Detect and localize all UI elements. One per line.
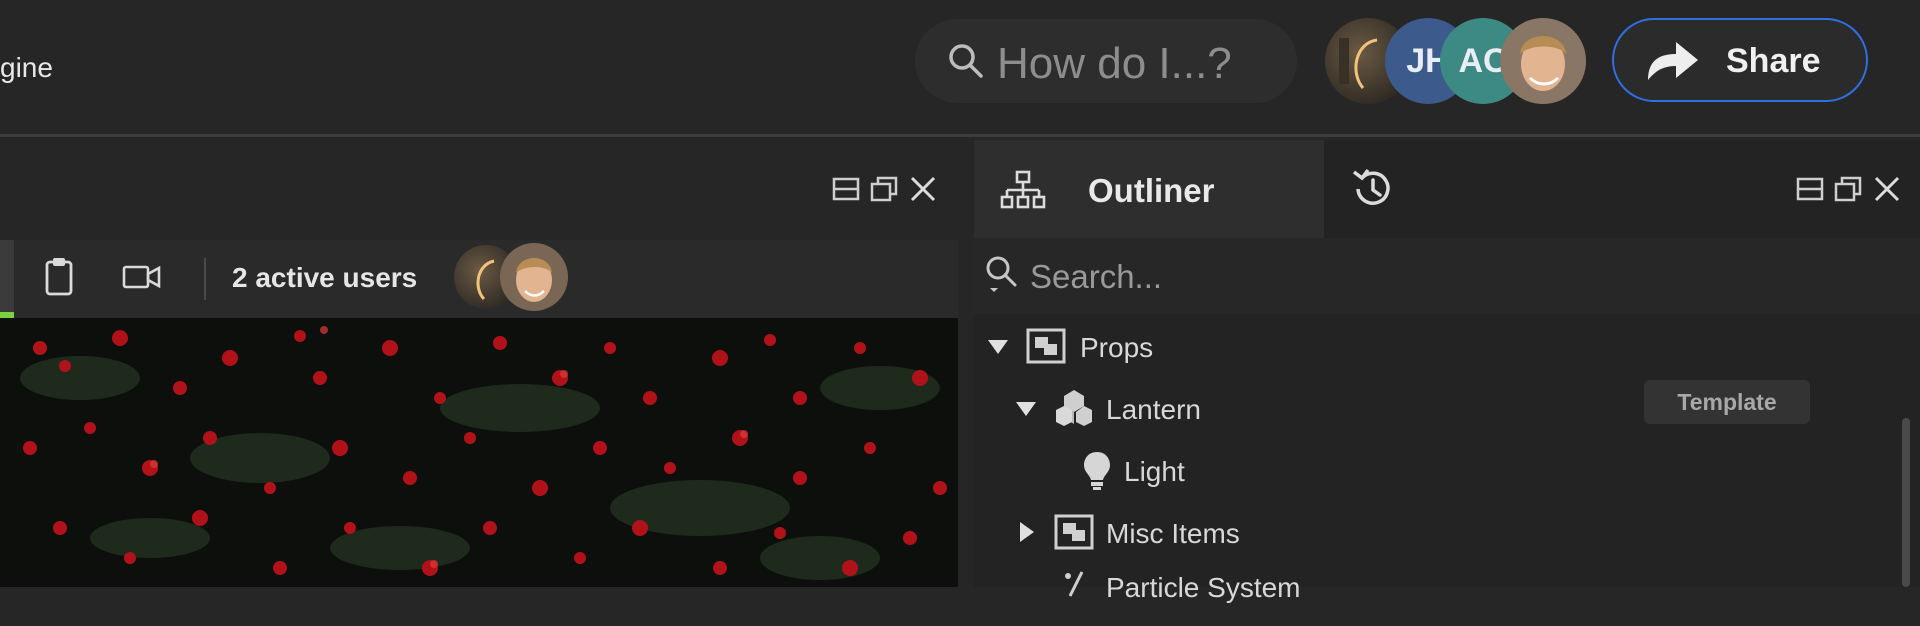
outliner-tree: Props Lantern Light Misc Items Particle … xyxy=(974,314,1920,603)
share-button[interactable]: Share xyxy=(1612,18,1868,102)
avatar[interactable] xyxy=(500,243,568,311)
group-icon xyxy=(1054,514,1094,550)
tree-label: Lantern xyxy=(1106,394,1201,425)
toolbar-active-tab[interactable] xyxy=(0,240,14,316)
share-label: Share xyxy=(1726,42,1821,80)
undock-icon[interactable] xyxy=(870,176,898,202)
divider xyxy=(0,134,1920,137)
history-icon xyxy=(1352,168,1390,205)
outliner-window-controls xyxy=(1796,174,1902,204)
expand-arrow-icon[interactable] xyxy=(986,338,1010,356)
camera-icon[interactable] xyxy=(122,264,162,290)
tree-row[interactable]: Light xyxy=(974,440,1874,502)
toolbar-separator xyxy=(204,258,206,300)
tab-outliner-label: Outliner xyxy=(1088,172,1215,209)
search-icon xyxy=(986,256,1017,292)
scene-render xyxy=(0,318,958,587)
tree-label: Misc Items xyxy=(1106,518,1240,549)
help-search-placeholder: How do I...? xyxy=(997,39,1232,88)
close-icon[interactable] xyxy=(908,174,938,204)
particle-icon xyxy=(1065,571,1084,597)
expand-arrow-icon[interactable] xyxy=(1014,400,1038,418)
user-photo-2 xyxy=(516,258,552,302)
close-icon[interactable] xyxy=(1872,174,1902,204)
tree-label: Particle System xyxy=(1106,572,1301,603)
avatar[interactable] xyxy=(1500,18,1586,104)
outliner-search-placeholder: Search... xyxy=(1030,258,1163,295)
top-bar: gine How do I...? JH AC Share xyxy=(0,0,1920,134)
help-search[interactable]: How do I...? xyxy=(915,19,1297,103)
scene-viewport[interactable] xyxy=(0,318,958,587)
app-title: gine xyxy=(0,52,53,83)
collapse-arrow-icon[interactable] xyxy=(1018,520,1036,544)
outliner-search[interactable]: Search... xyxy=(974,238,1920,314)
dock-icon[interactable] xyxy=(832,177,860,201)
tree-label: Props xyxy=(1080,332,1154,363)
group-icon xyxy=(1026,328,1066,364)
tab-history[interactable] xyxy=(1324,140,1444,238)
template-icon xyxy=(1056,390,1092,426)
tab-outliner[interactable]: Outliner xyxy=(974,140,1324,238)
share-arrow-icon xyxy=(1648,42,1698,80)
tree-row[interactable]: Misc Items xyxy=(974,502,1874,564)
light-bulb-icon xyxy=(1084,452,1110,490)
undock-icon[interactable] xyxy=(1834,176,1862,202)
search-icon xyxy=(949,44,983,78)
viewport-window-controls xyxy=(832,174,938,204)
tree-label: Light xyxy=(1124,456,1185,487)
template-badge: Template xyxy=(1644,380,1810,424)
tree-row[interactable]: Particle System xyxy=(974,564,1874,626)
dock-icon[interactable] xyxy=(1796,177,1824,201)
active-users-label: 2 active users xyxy=(232,262,418,293)
outliner-scrollbar[interactable] xyxy=(1902,418,1910,587)
tree-row[interactable]: Props xyxy=(974,316,1874,378)
hierarchy-icon xyxy=(1000,170,1046,209)
user-photo-2 xyxy=(1500,18,1586,104)
clipboard-icon[interactable] xyxy=(44,256,74,296)
